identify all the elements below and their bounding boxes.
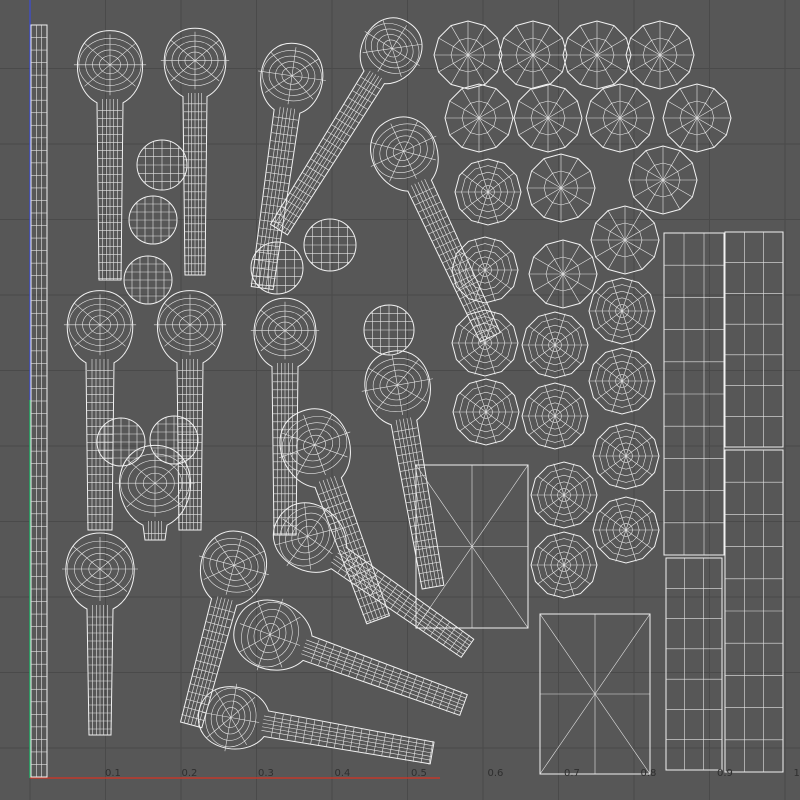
uv-island-strip[interactable] <box>663 232 725 556</box>
uv-island-club[interactable] <box>160 27 230 276</box>
uv-island-disc[interactable] <box>662 83 732 153</box>
uv-wireframe[interactable] <box>0 0 800 800</box>
uv-island-club[interactable] <box>156 523 277 734</box>
uv-island-disc[interactable] <box>588 347 656 415</box>
uv-island-disc[interactable] <box>498 20 568 90</box>
uv-island-disc[interactable] <box>562 20 632 90</box>
u-tick-label: 0.6 <box>487 768 504 779</box>
uv-island-disc[interactable] <box>444 83 514 153</box>
uv-island-club[interactable] <box>259 487 488 678</box>
uv-island-strip[interactable] <box>665 557 723 771</box>
uv-island-cap[interactable] <box>128 195 178 245</box>
uv-island-disc[interactable] <box>585 83 655 153</box>
uv-island-cap[interactable] <box>250 241 304 295</box>
uv-island-disc[interactable] <box>433 20 503 90</box>
u-tick-label: 1 <box>793 768 800 779</box>
uv-island-cap[interactable] <box>149 415 199 465</box>
uv-island-disc[interactable] <box>451 309 519 377</box>
u-tick-label: 0.2 <box>181 768 198 779</box>
uv-island-strip[interactable] <box>724 449 784 773</box>
u-tick-label: 0.8 <box>640 768 657 779</box>
uv-island-disc[interactable] <box>625 20 695 90</box>
uv-island-disc[interactable] <box>592 422 660 490</box>
uv-island-disc[interactable] <box>588 277 656 345</box>
uv-island-strip[interactable] <box>724 231 784 448</box>
uv-island-disc[interactable] <box>530 531 598 599</box>
u-tick-label: 0.9 <box>717 768 733 779</box>
uv-island-fan-rect[interactable] <box>415 464 529 629</box>
uv-island-cap[interactable] <box>123 255 173 305</box>
u-tick-label: 0.7 <box>564 768 580 779</box>
uv-island-cap[interactable] <box>303 218 357 272</box>
u-tick-label: 0.4 <box>334 768 351 779</box>
uv-island-disc[interactable] <box>521 382 589 450</box>
u-tick-label: 0.3 <box>258 768 274 779</box>
uv-island-club[interactable] <box>63 290 137 531</box>
uv-island-disc[interactable] <box>628 145 698 215</box>
uv-island-club[interactable] <box>73 30 147 281</box>
uv-island-disc[interactable] <box>521 311 589 379</box>
uv-island-club[interactable] <box>252 5 436 246</box>
uv-island-disc[interactable] <box>513 83 583 153</box>
uv-island-strip[interactable] <box>30 24 48 778</box>
uv-island-cap[interactable] <box>96 417 146 467</box>
uv-island-disc[interactable] <box>530 461 598 529</box>
uv-island-disc[interactable] <box>590 205 660 275</box>
uv-island-club[interactable] <box>250 297 320 536</box>
uv-editor-viewport[interactable]: 0.1 0.2 0.3 0.4 0.5 0.6 0.7 0.8 0.9 1 <box>0 0 800 800</box>
uv-island-disc[interactable] <box>526 153 596 223</box>
uv-island-disc[interactable] <box>454 158 522 226</box>
uv-island-disc[interactable] <box>592 496 660 564</box>
uv-island-club[interactable] <box>356 105 523 352</box>
uv-island-fan-rect[interactable] <box>539 613 651 775</box>
uv-island-cap[interactable] <box>363 304 415 356</box>
u-tick-label: 0.5 <box>411 768 427 779</box>
u-tick-label: 0.1 <box>105 768 121 779</box>
uv-island-cap[interactable] <box>136 139 188 191</box>
uv-island-disc[interactable] <box>452 378 520 446</box>
uv-island-disc[interactable] <box>528 239 598 309</box>
uv-island-club[interactable] <box>62 532 138 736</box>
uv-island-club[interactable] <box>223 587 476 741</box>
uv-island-club[interactable] <box>356 345 469 593</box>
